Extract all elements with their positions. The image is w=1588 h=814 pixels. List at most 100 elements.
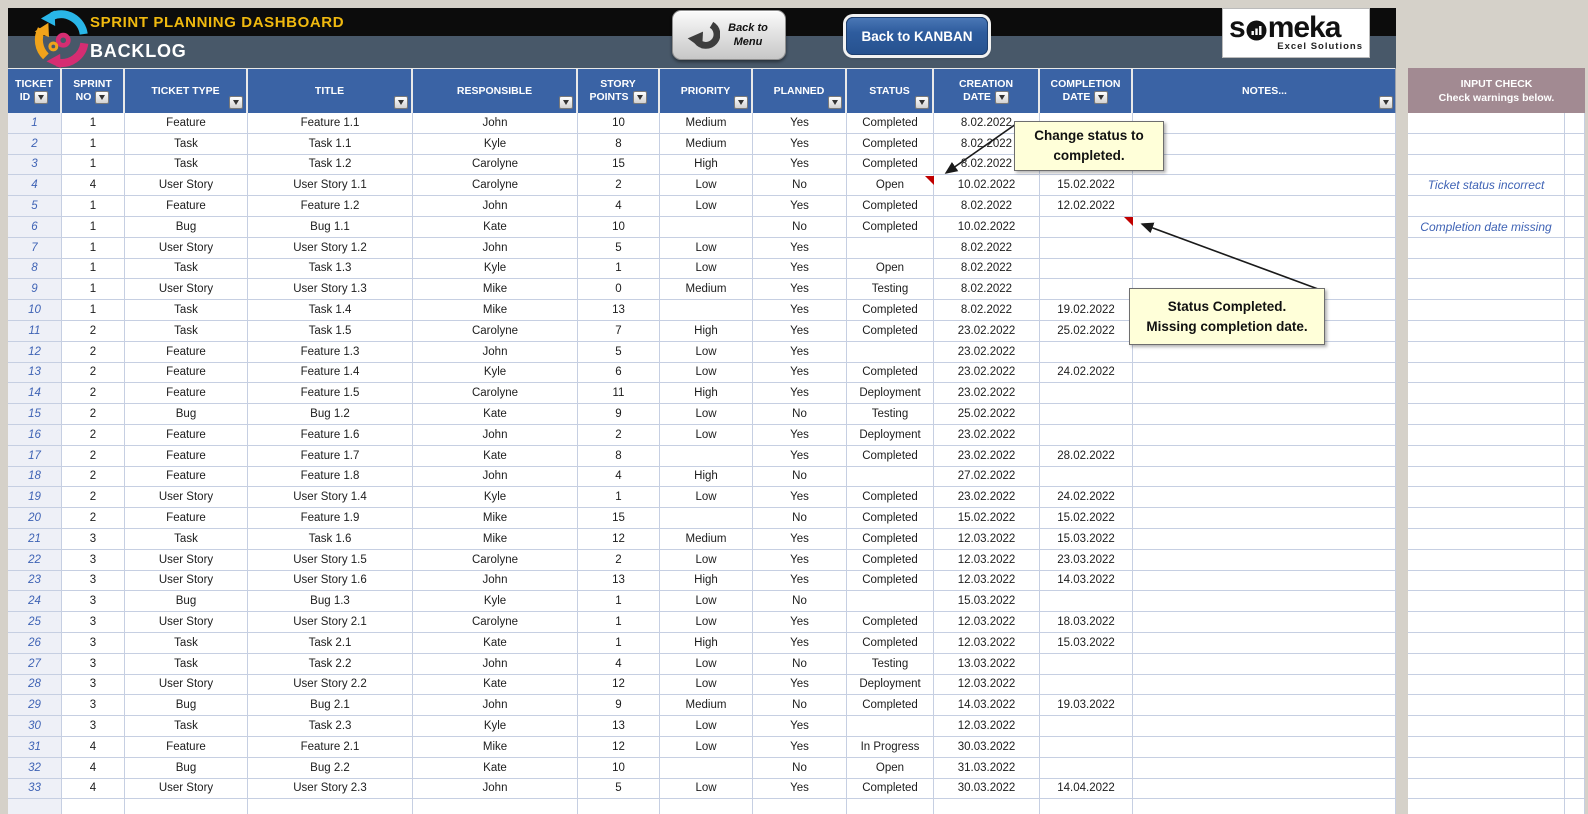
input-check-cell[interactable]	[1408, 321, 1565, 342]
cell-sprint-no[interactable]: 2	[62, 425, 125, 446]
filter-dropdown-ticket-type[interactable]	[229, 96, 243, 109]
cell-status[interactable]: Completed	[847, 300, 934, 321]
cell-title[interactable]: User Story 1.2	[248, 238, 413, 259]
cell-story-points[interactable]: 5	[578, 342, 660, 363]
cell-responsible[interactable]: Kyle	[413, 591, 578, 612]
cell-story-points[interactable]: 10	[578, 758, 660, 779]
cell-status[interactable]: Deployment	[847, 383, 934, 404]
input-check-cell[interactable]	[1565, 217, 1585, 238]
cell-ticket-id[interactable]: 14	[8, 383, 62, 404]
cell-status[interactable]: Completed	[847, 134, 934, 155]
input-check-cell[interactable]	[1408, 487, 1565, 508]
input-check-cell[interactable]	[1565, 425, 1585, 446]
input-check-cell[interactable]	[1408, 571, 1565, 592]
cell-ticket-type[interactable]: Task	[125, 654, 248, 675]
cell-planned[interactable]: Yes	[753, 113, 847, 134]
cell-ticket-type[interactable]: Bug	[125, 591, 248, 612]
cell-story-points[interactable]: 6	[578, 363, 660, 384]
cell-ticket-id[interactable]: 13	[8, 363, 62, 384]
cell-sprint-no[interactable]: 3	[62, 654, 125, 675]
input-check-cell[interactable]	[1408, 383, 1565, 404]
cell-creation-date[interactable]: 23.02.2022	[934, 446, 1040, 467]
cell-planned[interactable]: Yes	[753, 134, 847, 155]
cell-story-points[interactable]: 4	[578, 196, 660, 217]
cell-completion-date[interactable]: 19.02.2022	[1040, 300, 1133, 321]
cell-sprint-no[interactable]: 1	[62, 259, 125, 280]
cell-notes[interactable]	[1133, 779, 1396, 800]
cell-responsible[interactable]: Kate	[413, 758, 578, 779]
input-check-cell[interactable]	[1565, 716, 1585, 737]
cell-ticket-type[interactable]: User Story	[125, 550, 248, 571]
cell-notes[interactable]	[1133, 238, 1396, 259]
cell-status[interactable]: In Progress	[847, 737, 934, 758]
cell-ticket-type[interactable]: Task	[125, 633, 248, 654]
cell-story-points[interactable]: 10	[578, 113, 660, 134]
cell-status[interactable]: Completed	[847, 779, 934, 800]
cell-priority[interactable]: Medium	[660, 134, 753, 155]
cell-ticket-type[interactable]: Feature	[125, 446, 248, 467]
input-check-cell[interactable]	[1565, 612, 1585, 633]
cell-notes[interactable]	[1133, 404, 1396, 425]
cell-status[interactable]: Completed	[847, 612, 934, 633]
cell-title[interactable]: User Story 2.3	[248, 779, 413, 800]
cell-creation-date[interactable]: 23.02.2022	[934, 383, 1040, 404]
input-check-cell[interactable]	[1408, 155, 1565, 176]
cell-title[interactable]: Feature 1.1	[248, 113, 413, 134]
cell-ticket-type[interactable]: Task	[125, 716, 248, 737]
cell-priority[interactable]	[660, 799, 753, 814]
cell-planned[interactable]: No	[753, 467, 847, 488]
cell-title[interactable]: Task 1.4	[248, 300, 413, 321]
cell-notes[interactable]	[1133, 259, 1396, 280]
cell-title[interactable]: Task 1.1	[248, 134, 413, 155]
cell-priority[interactable]: Low	[660, 363, 753, 384]
filter-dropdown-title[interactable]	[394, 96, 408, 109]
cell-completion-date[interactable]	[1040, 716, 1133, 737]
cell-ticket-type[interactable]: Bug	[125, 758, 248, 779]
cell-notes[interactable]	[1133, 487, 1396, 508]
cell-sprint-no[interactable]: 2	[62, 446, 125, 467]
back-to-menu-button[interactable]: Back to Menu	[672, 10, 786, 60]
cell-planned[interactable]: Yes	[753, 675, 847, 696]
cell-ticket-type[interactable]: User Story	[125, 487, 248, 508]
cell-story-points[interactable]: 1	[578, 612, 660, 633]
cell-planned[interactable]	[753, 799, 847, 814]
cell-sprint-no[interactable]	[62, 799, 125, 814]
cell-ticket-id[interactable]: 19	[8, 487, 62, 508]
cell-responsible[interactable]: Carolyne	[413, 612, 578, 633]
cell-status[interactable]	[847, 238, 934, 259]
cell-title[interactable]: Feature 1.9	[248, 508, 413, 529]
input-check-cell[interactable]	[1565, 571, 1585, 592]
cell-responsible[interactable]: Carolyne	[413, 155, 578, 176]
cell-responsible[interactable]: John	[413, 238, 578, 259]
cell-priority[interactable]: Low	[660, 425, 753, 446]
cell-ticket-id[interactable]: 8	[8, 259, 62, 280]
input-check-cell[interactable]	[1408, 134, 1565, 155]
cell-planned[interactable]: Yes	[753, 321, 847, 342]
cell-title[interactable]: User Story 2.2	[248, 675, 413, 696]
filter-dropdown-ticket-id[interactable]	[34, 91, 48, 104]
cell-notes[interactable]	[1133, 799, 1396, 814]
cell-sprint-no[interactable]: 1	[62, 134, 125, 155]
cell-ticket-type[interactable]: User Story	[125, 779, 248, 800]
cell-notes[interactable]	[1133, 196, 1396, 217]
cell-ticket-type[interactable]: Feature	[125, 508, 248, 529]
cell-planned[interactable]: Yes	[753, 238, 847, 259]
cell-responsible[interactable]: Kate	[413, 675, 578, 696]
cell-story-points[interactable]: 8	[578, 446, 660, 467]
input-check-cell[interactable]	[1408, 259, 1565, 280]
cell-status[interactable]: Completed	[847, 695, 934, 716]
cell-responsible[interactable]: Mike	[413, 279, 578, 300]
cell-responsible[interactable]: Mike	[413, 737, 578, 758]
cell-responsible[interactable]: Kate	[413, 446, 578, 467]
cell-sprint-no[interactable]: 2	[62, 342, 125, 363]
cell-priority[interactable]: Low	[660, 196, 753, 217]
cell-story-points[interactable]: 13	[578, 571, 660, 592]
cell-story-points[interactable]: 4	[578, 467, 660, 488]
cell-notes[interactable]	[1133, 529, 1396, 550]
cell-sprint-no[interactable]: 1	[62, 155, 125, 176]
cell-completion-date[interactable]	[1040, 467, 1133, 488]
input-check-cell[interactable]	[1565, 654, 1585, 675]
cell-ticket-id[interactable]: 6	[8, 217, 62, 238]
cell-creation-date[interactable]: 30.03.2022	[934, 779, 1040, 800]
cell-status[interactable]: Completed	[847, 487, 934, 508]
